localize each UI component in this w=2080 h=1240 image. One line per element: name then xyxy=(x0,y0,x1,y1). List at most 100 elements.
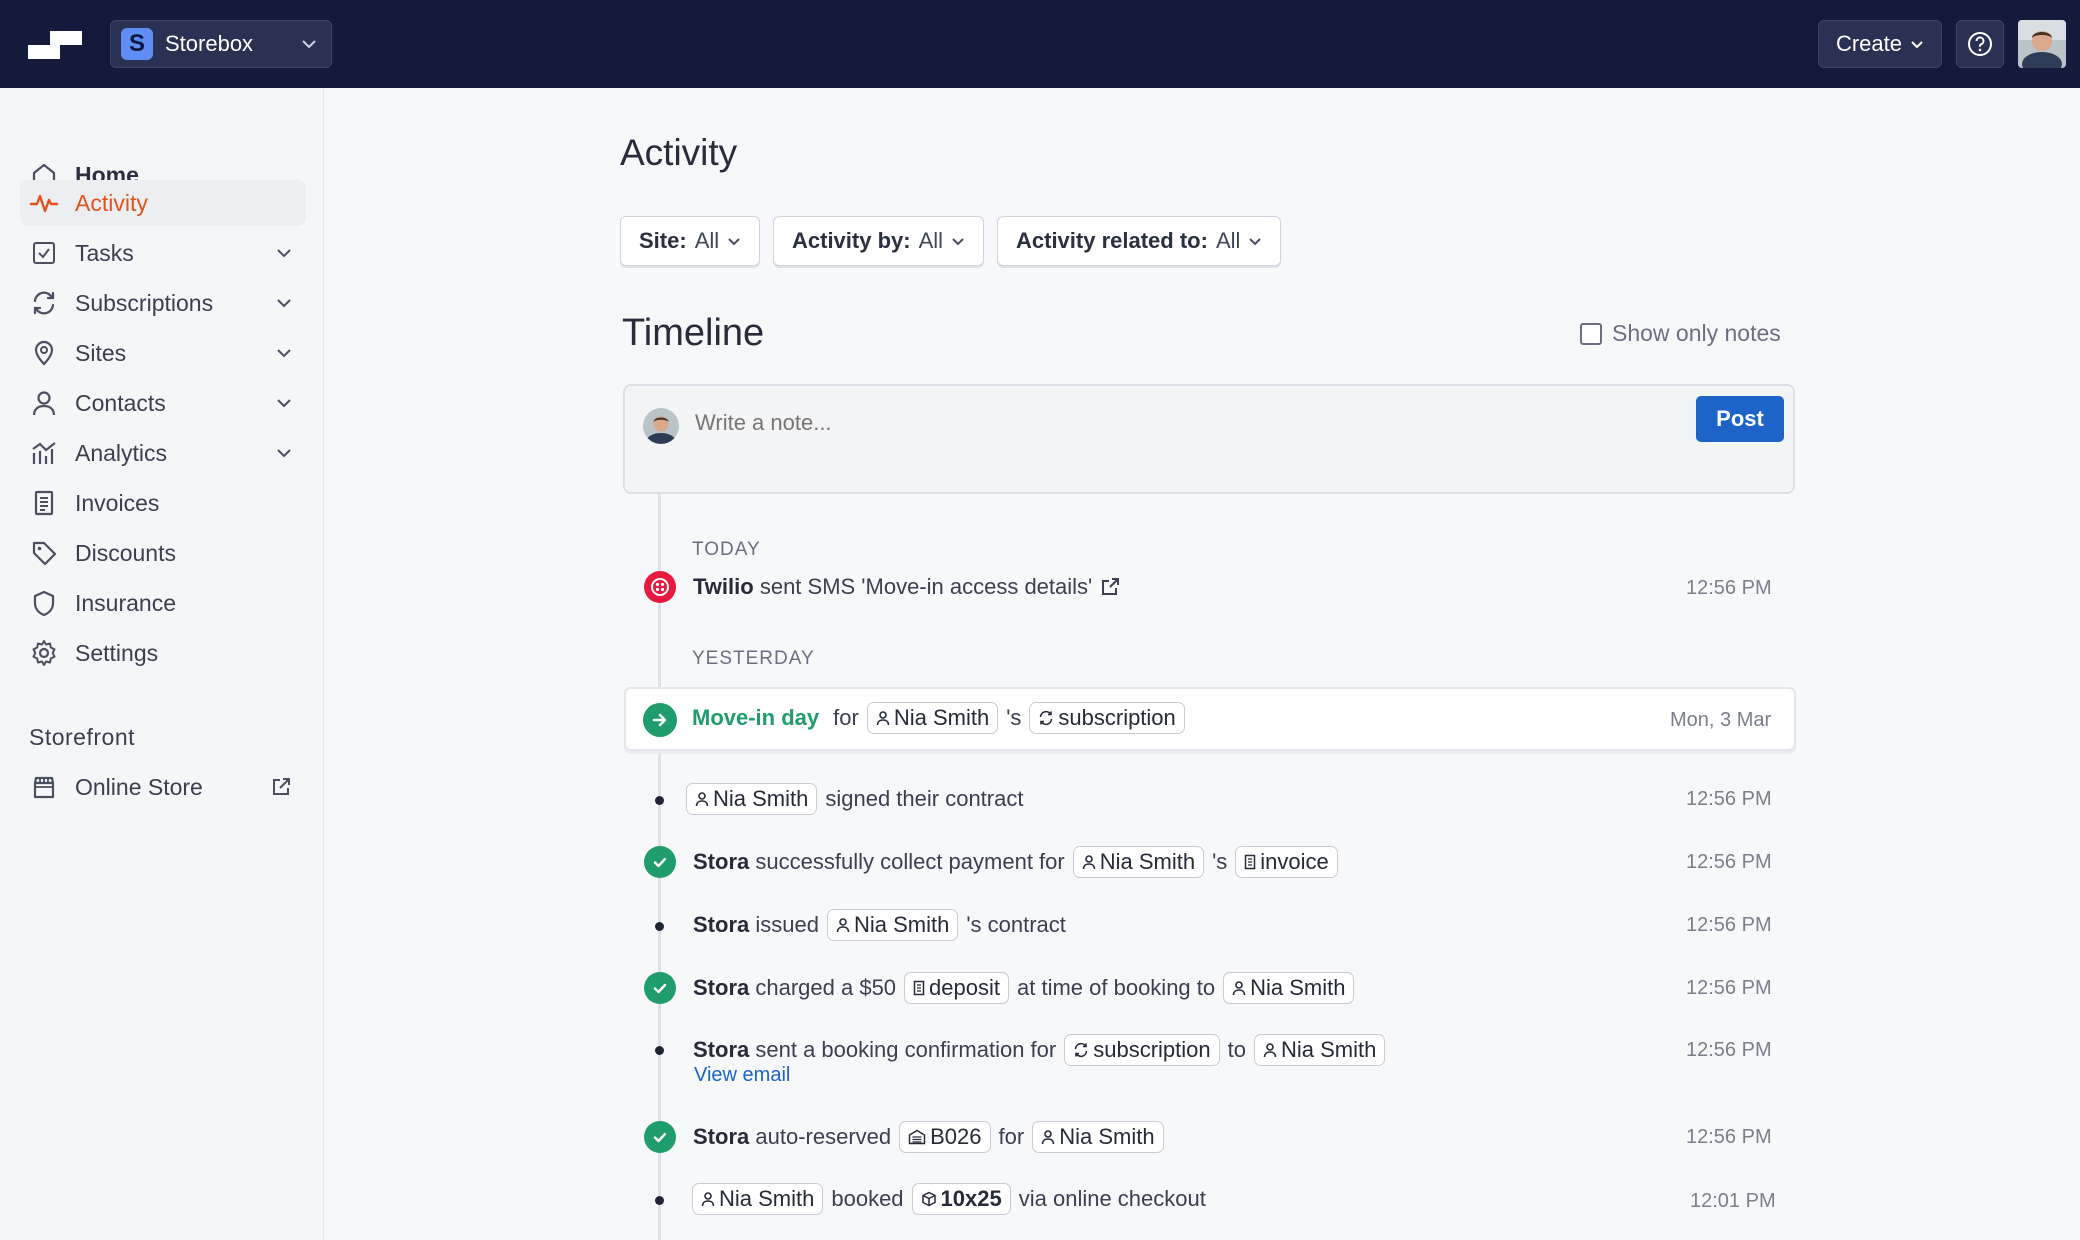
receipt-icon xyxy=(913,980,925,996)
sidebar-item-insurance[interactable]: Insurance xyxy=(20,580,306,626)
user-avatar[interactable] xyxy=(2018,20,2066,68)
person-chip[interactable]: Nia Smith xyxy=(1223,972,1355,1004)
move-in-card[interactable]: Move-in day for Nia Smith 's subscriptio… xyxy=(624,687,1796,751)
person-chip[interactable]: Nia Smith xyxy=(1032,1121,1164,1153)
event-text: 's contract xyxy=(966,912,1066,937)
chevron-down-icon xyxy=(302,40,316,49)
sidebar-item-invoices[interactable]: Invoices xyxy=(20,480,306,526)
sidebar-item-label: Analytics xyxy=(75,439,168,466)
workspace-switcher[interactable]: S Storebox xyxy=(110,20,332,68)
chevron-down-icon xyxy=(277,399,291,408)
person-chip[interactable]: Nia Smith xyxy=(686,783,818,815)
event-time: 12:56 PM xyxy=(1686,914,1772,936)
sidebar-item-discounts[interactable]: Discounts xyxy=(20,530,306,576)
filter-key: Site: xyxy=(639,228,687,253)
event-time: 12:56 PM xyxy=(1686,1039,1772,1061)
help-icon xyxy=(1968,32,1992,56)
timeline-event: Twilio sent SMS 'Move-in access details' xyxy=(693,574,1120,600)
receipt-icon xyxy=(22,480,66,526)
user-icon xyxy=(701,1192,715,1207)
help-button[interactable] xyxy=(1956,20,2004,68)
chip-label: deposit xyxy=(929,975,1000,1000)
timeline-event: Stora auto-reserved B026 for Nia Smith xyxy=(693,1121,1172,1153)
move-in-text: Move-in day for Nia Smith 's subscriptio… xyxy=(692,702,1193,734)
activity-icon xyxy=(22,180,66,226)
view-email-link[interactable]: View email xyxy=(694,1064,790,1087)
chip-label: Nia Smith xyxy=(1250,975,1346,1000)
event-actor: Stora xyxy=(693,912,750,937)
unit-size-chip[interactable]: 10x25 xyxy=(911,1183,1011,1215)
event-time: 12:56 PM xyxy=(1686,977,1772,999)
user-icon xyxy=(876,711,890,726)
shield-icon xyxy=(22,580,66,626)
chevron-down-icon xyxy=(277,299,291,308)
sidebar-item-online-store[interactable]: Online Store xyxy=(20,764,306,810)
sidebar-item-label: Tasks xyxy=(75,239,134,266)
note-composer: Post xyxy=(623,384,1795,494)
chip-label: B026 xyxy=(930,1124,982,1149)
chip-label: invoice xyxy=(1260,849,1329,874)
box-icon xyxy=(921,1191,936,1207)
event-text: via online checkout xyxy=(1018,1186,1206,1211)
workspace-badge: S xyxy=(121,28,153,60)
checkbox-icon xyxy=(22,230,66,276)
event-actor: Stora xyxy=(693,849,750,874)
chevron-down-icon xyxy=(277,349,291,358)
chevron-down-icon xyxy=(952,237,964,245)
sidebar-item-activity[interactable]: Activity xyxy=(20,180,306,226)
user-icon xyxy=(836,918,850,933)
sidebar-item-label: Discounts xyxy=(75,539,176,566)
activity-related-filter[interactable]: Activity related to: All xyxy=(997,216,1282,266)
person-chip[interactable]: Nia Smith xyxy=(1072,846,1205,878)
person-chip[interactable]: Nia Smith xyxy=(692,1183,824,1215)
check-circle-icon xyxy=(644,1121,676,1153)
sidebar-item-sites[interactable]: Sites xyxy=(20,330,306,376)
event-text: signed their contract xyxy=(825,786,1024,811)
sidebar-item-label: Sites xyxy=(75,339,127,366)
sidebar-item-tasks[interactable]: Tasks xyxy=(20,230,306,276)
subscription-chip[interactable]: subscription xyxy=(1064,1034,1220,1066)
filter-value: All xyxy=(918,228,944,253)
event-text: charged a $50 xyxy=(755,975,897,1000)
show-only-notes-toggle[interactable]: Show only notes xyxy=(1580,320,1781,347)
invoice-chip[interactable]: invoice xyxy=(1235,846,1338,878)
event-actor: Twilio xyxy=(693,574,754,599)
site-filter[interactable]: Site: All xyxy=(620,216,761,266)
person-chip[interactable]: Nia Smith xyxy=(866,702,999,734)
sidebar-item-settings[interactable]: Settings xyxy=(20,630,306,676)
note-input[interactable] xyxy=(695,410,1695,436)
create-button[interactable]: Create xyxy=(1818,20,1942,68)
event-time: 12:56 PM xyxy=(1686,577,1772,599)
post-button[interactable]: Post xyxy=(1696,396,1784,442)
brand-logo[interactable] xyxy=(28,31,82,59)
chevron-down-icon xyxy=(1911,40,1923,48)
event-text: at time of booking to xyxy=(1017,975,1216,1000)
timeline-event: Nia Smith signed their contract xyxy=(686,783,1023,815)
refresh-icon xyxy=(1040,710,1053,726)
show-only-notes-label: Show only notes xyxy=(1612,320,1781,346)
move-in-title: Move-in day xyxy=(692,705,820,730)
filter-value: All xyxy=(694,228,720,253)
sidebar-item-subscriptions[interactable]: Subscriptions xyxy=(20,280,306,326)
filter-key: Activity related to: xyxy=(1016,228,1208,253)
chevron-down-icon xyxy=(277,249,291,258)
person-chip[interactable]: Nia Smith xyxy=(826,909,959,941)
activity-by-filter[interactable]: Activity by: All xyxy=(773,216,985,266)
top-bar: S Storebox Create xyxy=(0,0,2080,88)
timeline-event: Stora sent a booking confirmation for su… xyxy=(693,1034,1393,1066)
subscription-chip[interactable]: subscription xyxy=(1029,702,1185,734)
check-circle-icon xyxy=(644,846,676,878)
event-text: booked xyxy=(831,1186,904,1211)
today-label: TODAY xyxy=(692,539,761,560)
external-link-icon[interactable] xyxy=(1100,577,1120,597)
possessive: 's xyxy=(1212,849,1228,874)
chip-label: Nia Smith xyxy=(853,912,950,937)
sidebar-item-label: Contacts xyxy=(75,389,166,416)
person-chip[interactable]: Nia Smith xyxy=(1253,1034,1386,1066)
timeline-event: Nia Smith booked 10x25 via online checko… xyxy=(686,1183,1206,1215)
deposit-chip[interactable]: deposit xyxy=(904,972,1009,1004)
unit-chip[interactable]: B026 xyxy=(899,1121,991,1153)
sidebar-item-contacts[interactable]: Contacts xyxy=(20,380,306,426)
show-only-notes-checkbox[interactable] xyxy=(1580,322,1602,345)
sidebar-item-analytics[interactable]: Analytics xyxy=(20,430,306,476)
